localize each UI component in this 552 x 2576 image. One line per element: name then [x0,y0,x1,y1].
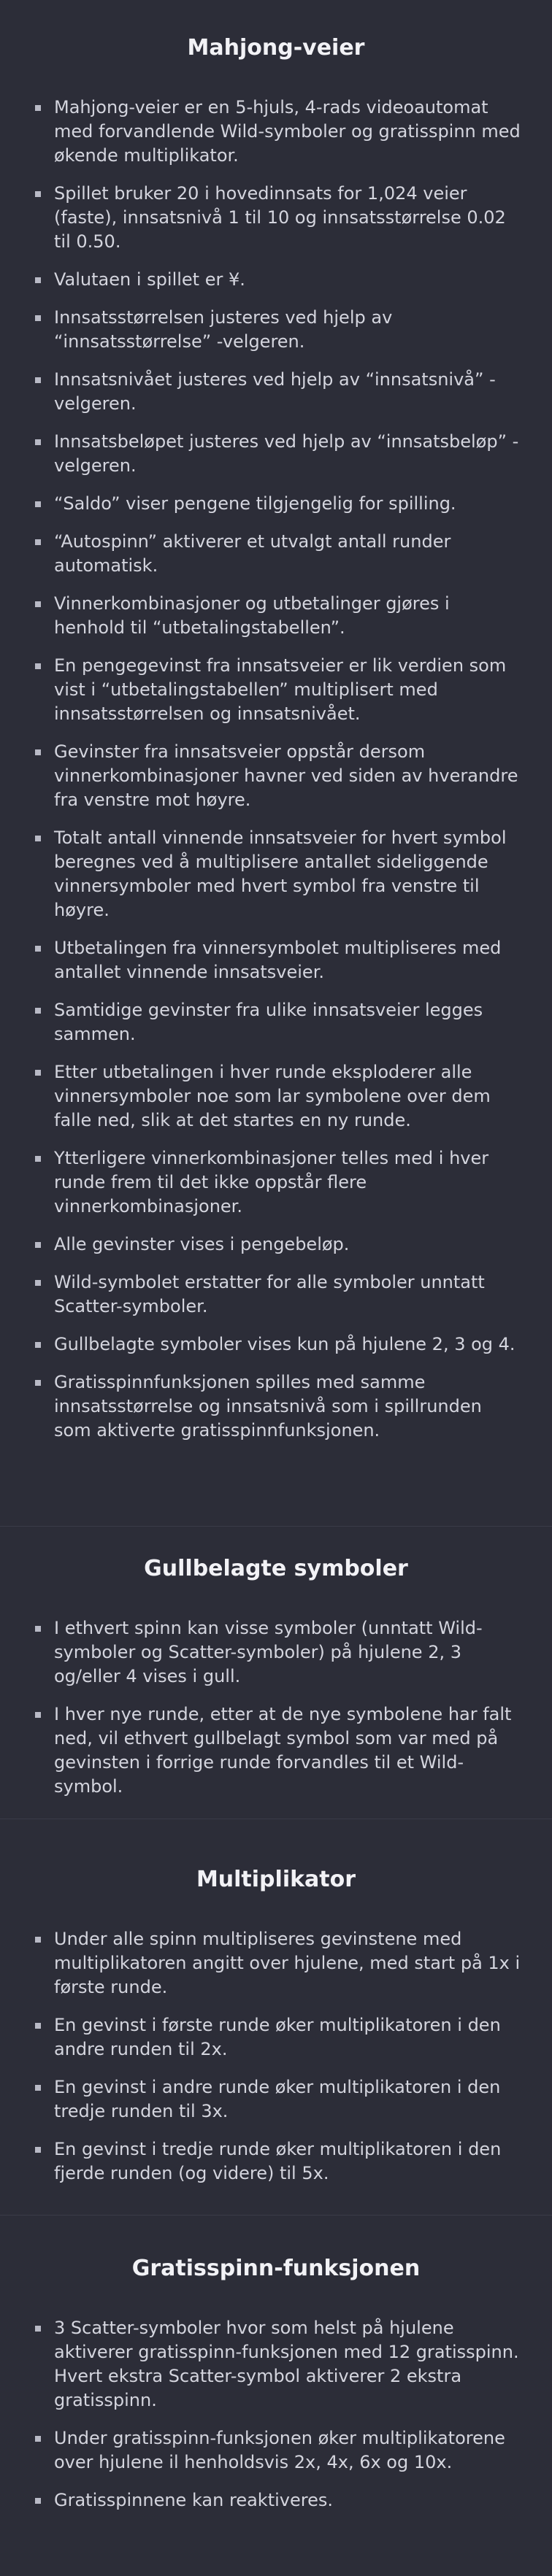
list-item: “Autospinn” aktiverer et utvalgt antall … [35,530,523,578]
list-item: Totalt antall vinnende innsatsveier for … [35,826,523,922]
bullet-icon [35,191,41,197]
list-item: Etter utbetalingen i hver runde eksplode… [35,1060,523,1133]
list-item: En gevinst i andre runde øker multiplika… [35,2075,523,2124]
list-item: Innsatsnivået justeres ved hjelp av “inn… [35,368,523,416]
section-multiplikator: Multiplikator Under alle spinn multiplis… [0,1819,552,2216]
bullet-icon [35,1712,41,1718]
bullet-icon [35,105,41,111]
rules-page: Mahjong-veier Mahjong-veier er en 5-hjul… [0,0,552,2576]
bullet-icon [35,1626,41,1632]
list-item: Utbetalingen fra vinnersymbolet multipli… [35,936,523,984]
bullet-icon [35,2326,41,2332]
list-item: Mahjong-veier er en 5-hjuls, 4-rads vide… [35,96,523,168]
bullet-icon [35,501,41,507]
list-item: En pengegevinst fra innsatsveier er lik … [35,654,523,726]
list-item: Vinnerkombinasjoner og utbetalinger gjør… [35,592,523,640]
bullet-icon [35,946,41,952]
bullet-icon [35,749,41,755]
section-title: Mahjong-veier [187,35,365,61]
bullet-icon [35,1280,41,1286]
bullet-icon [35,439,41,445]
bullet-icon [35,277,41,283]
list-item: 3 Scatter-symboler hvor som helst på hju… [35,2316,523,2413]
bullet-icon [35,663,41,669]
section-gullbelagte-symboler: Gullbelagte symboler I ethvert spinn kan… [0,1527,552,1819]
rules-list: 3 Scatter-symboler hvor som helst på hju… [0,2316,552,2513]
bullet-icon [35,1242,41,1248]
section-title: Multiplikator [196,1867,356,1892]
bullet-icon [35,539,41,545]
list-item: Gevinster fra innsatsveier oppstår derso… [35,740,523,812]
bullet-icon [35,1342,41,1348]
bullet-icon [35,2498,41,2504]
list-item: I ethvert spinn kan visse symboler (unnt… [35,1616,523,1689]
bullet-icon [35,601,41,607]
bullet-icon [35,1937,41,1943]
list-item: Samtidige gevinster fra ulike innsatsvei… [35,998,523,1046]
list-item: Valutaen i spillet er ¥. [35,268,523,292]
list-item: En gevinst i første runde øker multiplik… [35,2013,523,2062]
bullet-icon [35,377,41,383]
rules-list: Under alle spinn multipliseres gevinsten… [0,1927,552,2186]
bullet-icon [35,2436,41,2442]
section-title: Gratisspinn-funksjonen [131,2256,421,2281]
bullet-icon [35,2147,41,2153]
list-item: Spillet bruker 20 i hovedinnsats for 1,0… [35,182,523,254]
section-gratisspinn-funksjonen: Gratisspinn-funksjonen 3 Scatter-symbole… [0,2216,552,2576]
list-item: Alle gevinster vises i pengebeløp. [35,1233,523,1257]
list-item: “Saldo” viser pengene tilgjengelig for s… [35,492,523,516]
bullet-icon [35,1380,41,1386]
list-item: Gratisspinnene kan reaktiveres. [35,2488,523,2513]
bullet-icon [35,2085,41,2091]
section-mahjong-veier: Mahjong-veier Mahjong-veier er en 5-hjul… [0,0,552,1527]
list-item: Ytterligere vinnerkombinasjoner telles m… [35,1146,523,1219]
list-item: Innsatsstørrelsen justeres ved hjelp av … [35,306,523,354]
list-item: Innsatsbeløpet justeres ved hjelp av “in… [35,430,523,478]
list-item: En gevinst i tredje runde øker multiplik… [35,2137,523,2186]
list-item: Wild-symbolet erstatter for alle symbole… [35,1270,523,1319]
list-item: Under alle spinn multipliseres gevinsten… [35,1927,523,2000]
list-item: Gratisspinnfunksjonen spilles med samme … [35,1370,523,1443]
bullet-icon [35,315,41,321]
bullet-icon [35,1008,41,1014]
bullet-icon [35,836,41,841]
bullet-icon [35,2023,41,2029]
list-item: Gullbelagte symboler vises kun på hjulen… [35,1333,523,1357]
rules-list: I ethvert spinn kan visse symboler (unnt… [0,1616,552,1799]
section-title: Gullbelagte symboler [144,1556,408,1581]
bullet-icon [35,1156,41,1162]
list-item: Under gratisspinn-funksjonen øker multip… [35,2426,523,2475]
list-item: I hver nye runde, etter at de nye symbol… [35,1702,523,1799]
rules-list: Mahjong-veier er en 5-hjuls, 4-rads vide… [0,96,552,1443]
bullet-icon [35,1070,41,1076]
